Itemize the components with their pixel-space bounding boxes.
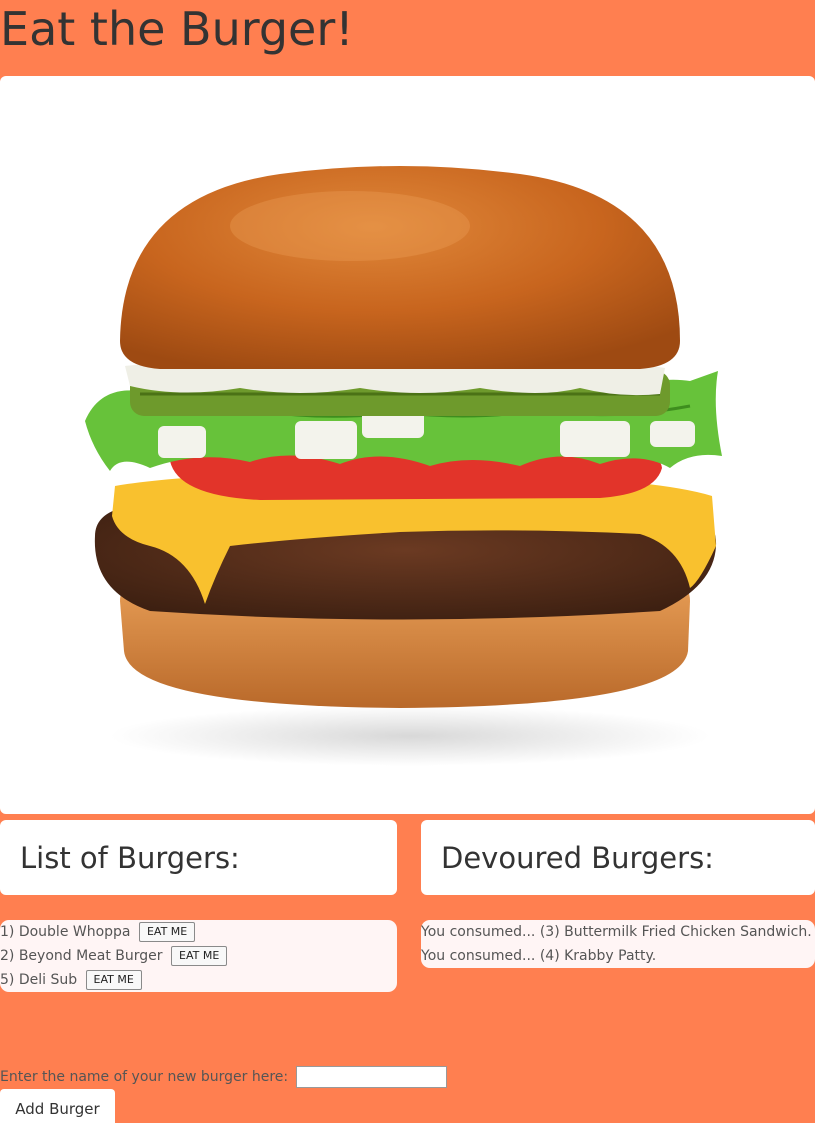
devoured-list-heading: Devoured Burgers: [441, 841, 714, 875]
list-item: 5) Deli Sub EAT ME [0, 968, 397, 992]
list-item: 1) Double Whoppa EAT ME [0, 920, 397, 944]
devoured-list: You consumed... (3) Buttermilk Fried Chi… [421, 920, 815, 968]
eat-me-button[interactable]: EAT ME [85, 970, 142, 990]
burger-image [85, 166, 722, 766]
devoured-item: You consumed... (4) Krabby Patty. [421, 948, 657, 964]
burger-name-label: Enter the name of your new burger here: [0, 1069, 289, 1085]
hero-image-card [0, 76, 815, 814]
burger-list-header-card: List of Burgers: [0, 820, 397, 895]
devoured-list-header-card: Devoured Burgers: [421, 820, 815, 895]
burger-name: 5) Deli Sub [0, 972, 78, 988]
burger-list: 1) Double Whoppa EAT ME 2) Beyond Meat B… [0, 920, 397, 992]
burger-name-input[interactable] [295, 1066, 447, 1088]
burger-name: 1) Double Whoppa [0, 924, 131, 940]
devoured-item: You consumed... (3) Buttermilk Fried Chi… [421, 924, 812, 940]
list-item: 2) Beyond Meat Burger EAT ME [0, 944, 397, 968]
eat-me-button[interactable]: EAT ME [171, 946, 228, 966]
page-title: Eat the Burger! [0, 2, 354, 56]
add-burger-form: Enter the name of your new burger here: [0, 1066, 447, 1088]
burger-list-heading: List of Burgers: [20, 841, 240, 875]
add-burger-button[interactable]: Add Burger [0, 1089, 115, 1123]
eat-me-button[interactable]: EAT ME [138, 922, 196, 942]
page: Eat the Burger! List of Burgers: Devoure… [0, 0, 815, 1123]
burger-name: 2) Beyond Meat Burger [0, 948, 163, 964]
